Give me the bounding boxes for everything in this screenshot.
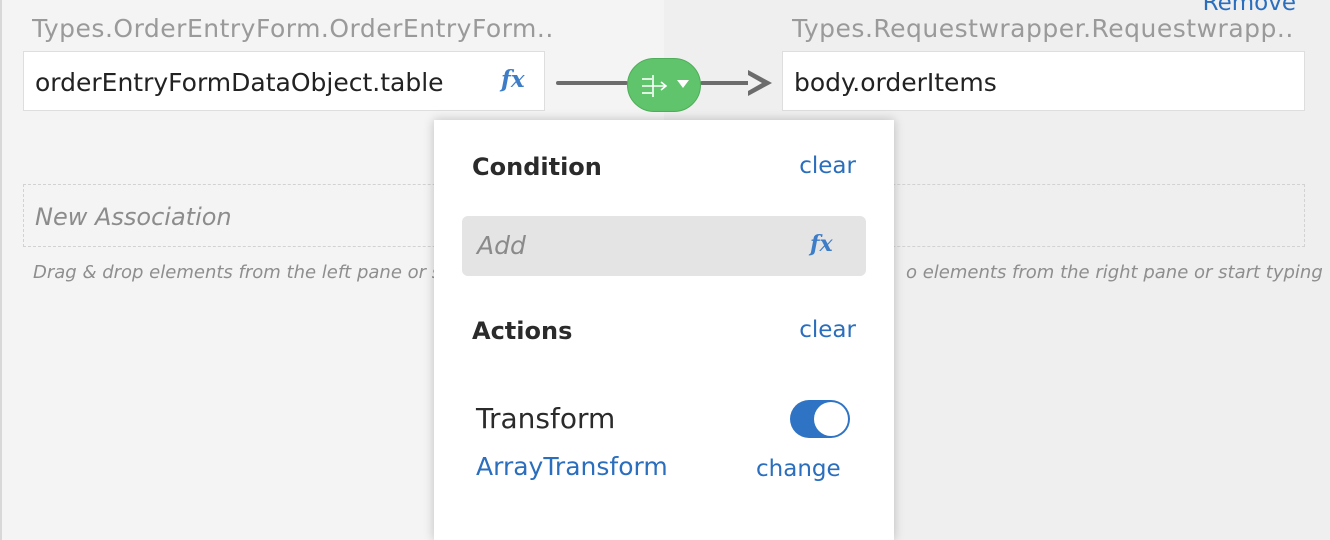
transform-value-link[interactable]: ArrayTransform: [476, 452, 668, 481]
target-type-label: Types.Requestwrapper.Requestwrapp...: [792, 14, 1292, 43]
condition-title: Condition: [472, 153, 602, 181]
target-field-value: body.orderItems: [794, 68, 997, 97]
actions-title: Actions: [472, 317, 573, 345]
condition-placeholder: Add: [477, 231, 526, 260]
chevron-down-icon: [677, 80, 689, 88]
condition-input[interactable]: Add fx: [462, 216, 866, 276]
arrow-head-inner: [748, 75, 762, 91]
mapping-options-button[interactable]: [627, 58, 701, 112]
transform-toggle[interactable]: [790, 400, 850, 438]
left-drag-hint: Drag & drop elements from the left pane …: [33, 262, 449, 283]
mapping-icon: [642, 75, 668, 97]
target-field[interactable]: body.orderItems: [782, 51, 1305, 111]
source-field-value: orderEntryFormDataObject.table: [35, 68, 444, 97]
toggle-knob: [814, 402, 848, 436]
right-drag-hint: o elements from the right pane or start …: [906, 262, 1323, 283]
condition-clear-link[interactable]: clear: [799, 153, 856, 179]
change-transform-link[interactable]: change: [756, 456, 841, 482]
source-fx-icon[interactable]: fx: [501, 66, 525, 93]
new-association-placeholder: New Association: [35, 203, 232, 231]
transform-label: Transform: [476, 402, 616, 435]
source-field[interactable]: orderEntryFormDataObject.table fx: [23, 51, 545, 111]
actions-clear-link[interactable]: clear: [799, 317, 856, 343]
condition-fx-icon[interactable]: fx: [810, 231, 833, 257]
connector-line-left: [556, 81, 628, 85]
source-type-label: Types.OrderEntryForm.OrderEntryForm...: [32, 14, 552, 43]
pane-border: [0, 0, 2, 540]
mapping-popover: Condition clear Add fx Actions clear Tra…: [434, 120, 894, 540]
